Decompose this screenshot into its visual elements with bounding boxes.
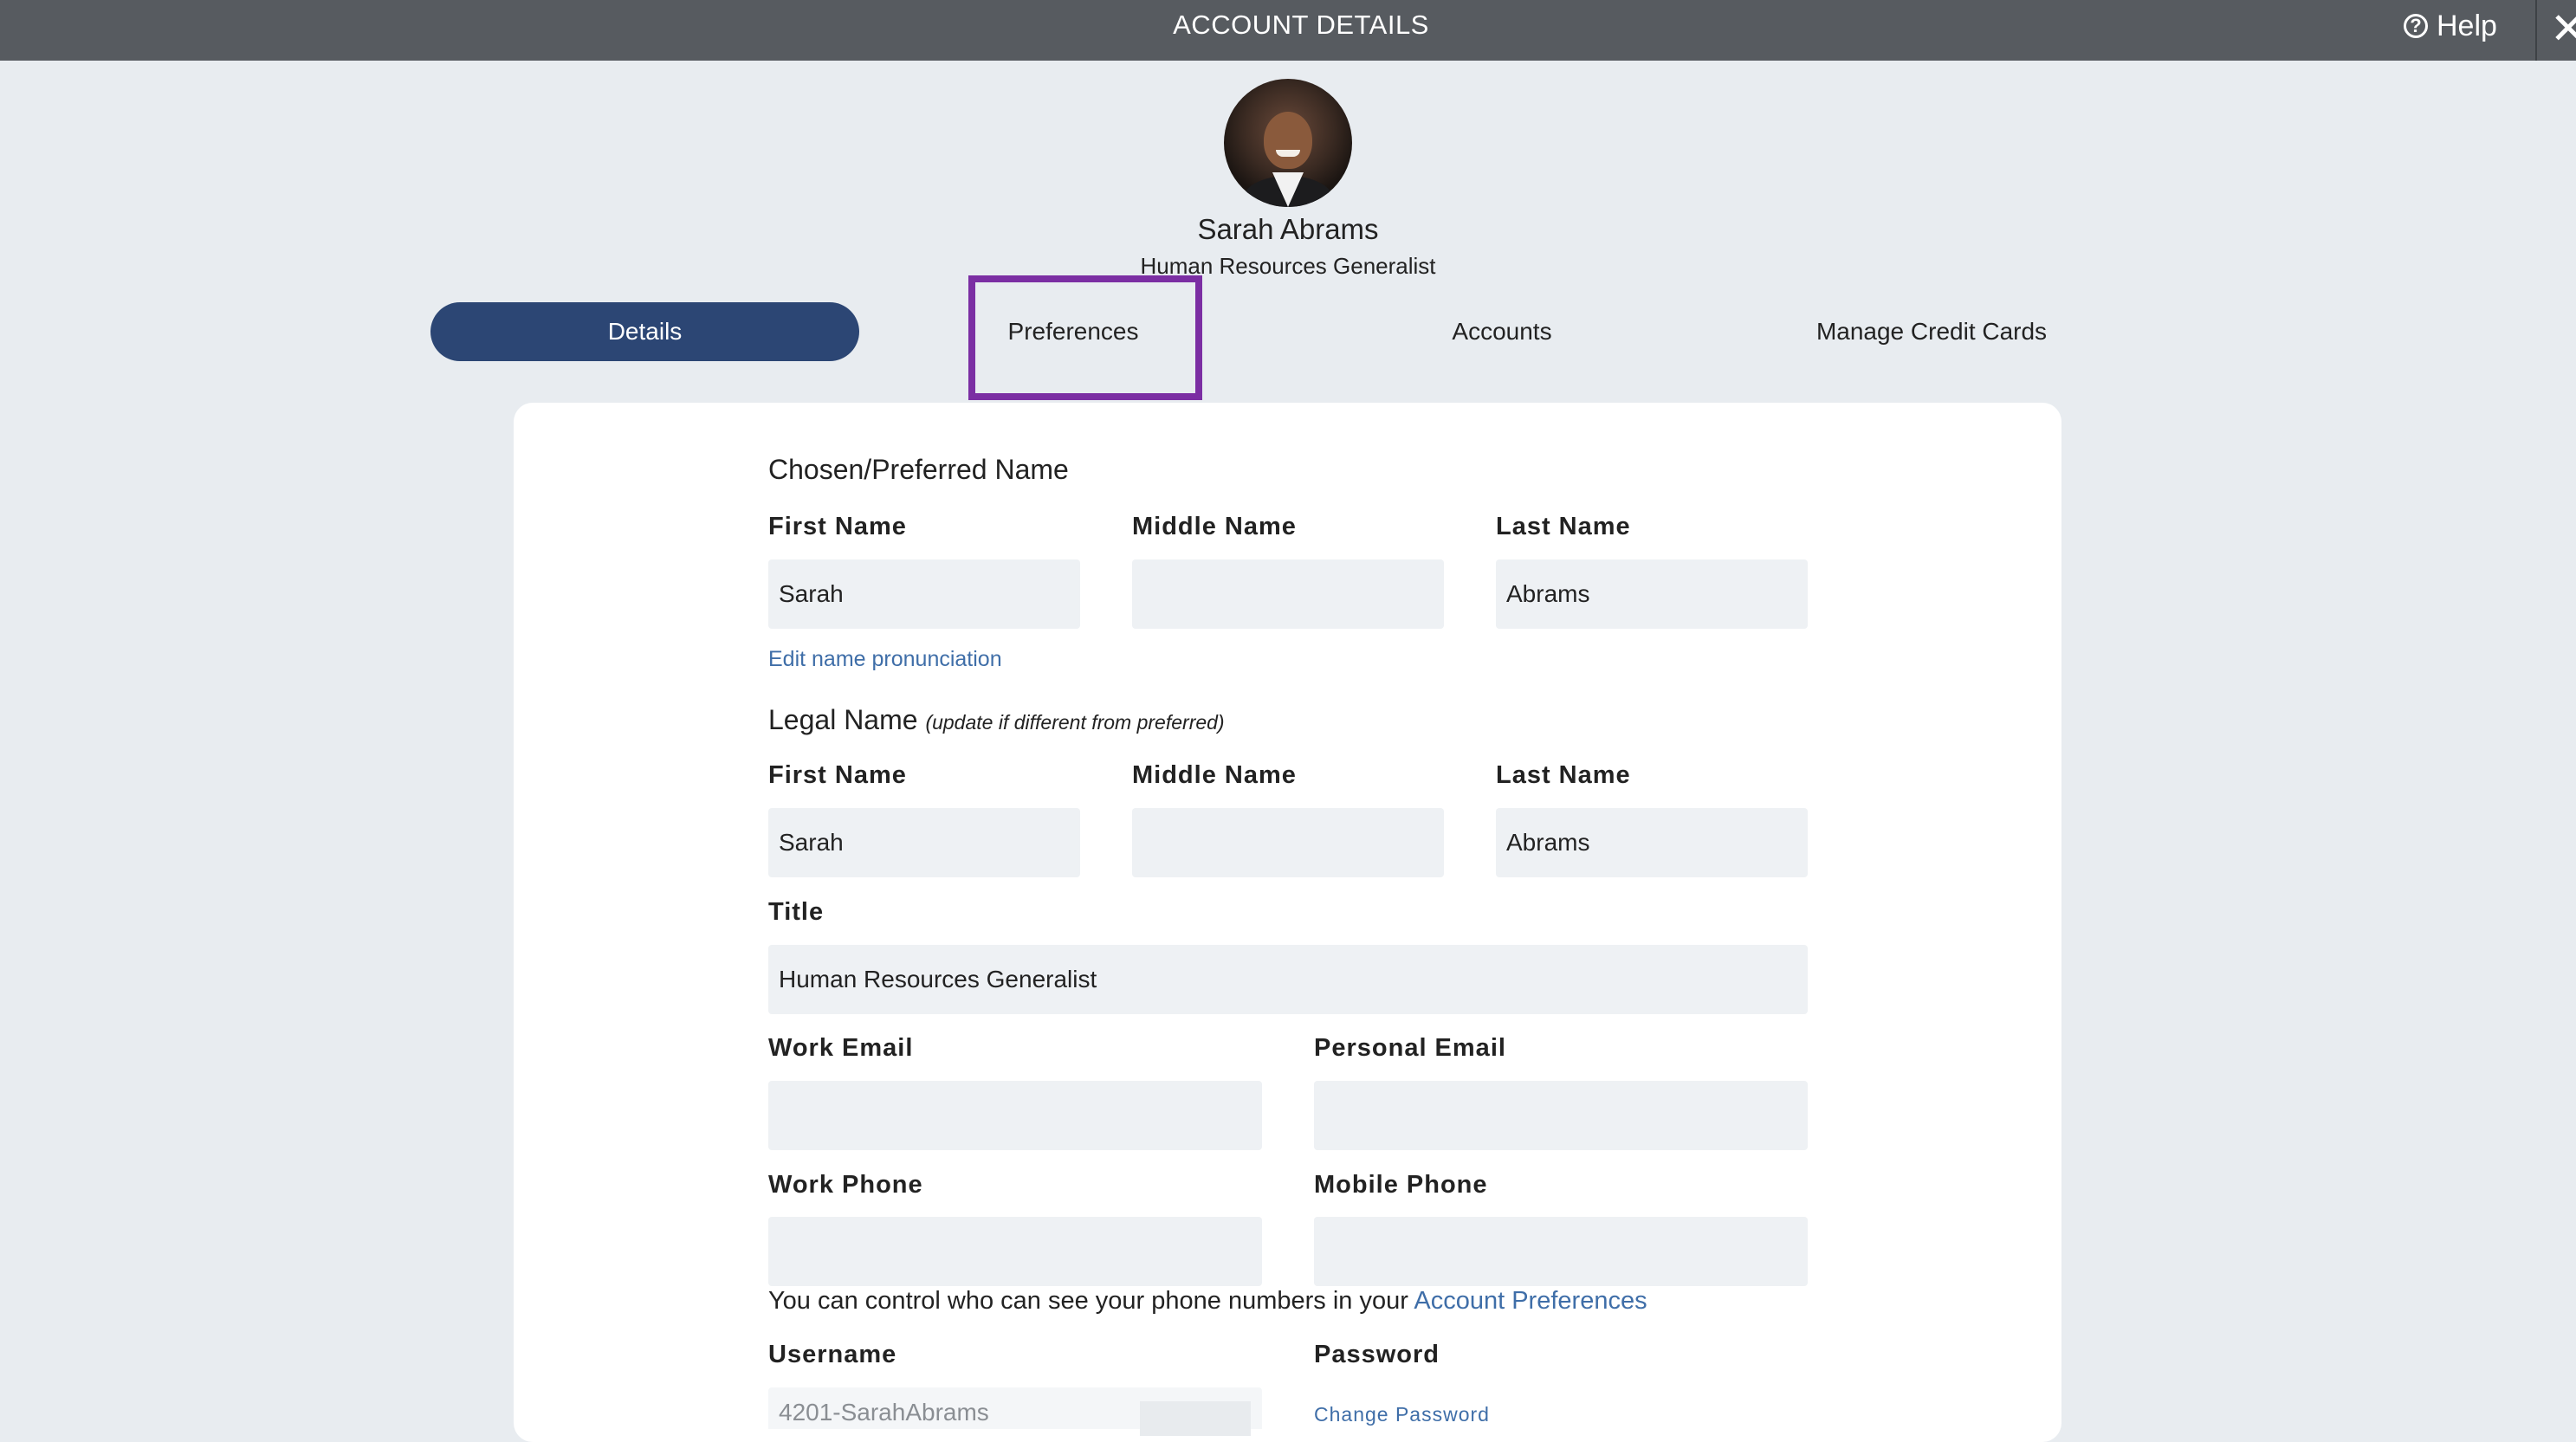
preferred-first-name-label: First Name: [768, 513, 907, 540]
profile-name: Sarah Abrams: [1197, 213, 1379, 245]
personal-email-label: Personal Email: [1314, 1034, 1506, 1062]
preferred-name-heading: Chosen/Preferred Name: [768, 454, 1069, 485]
work-email-label: Work Email: [768, 1034, 914, 1062]
preferred-middle-name-label: Middle Name: [1132, 513, 1297, 540]
preferred-middle-name-input[interactable]: [1132, 559, 1444, 629]
legal-last-name-input[interactable]: [1496, 808, 1808, 877]
preferred-last-name-label: Last Name: [1496, 513, 1631, 540]
legal-first-name-label: First Name: [768, 761, 907, 789]
mobile-phone-input[interactable]: [1314, 1217, 1808, 1286]
legal-name-hint: (update if different from preferred): [925, 711, 1225, 734]
avatar: [1224, 79, 1352, 207]
edit-name-pronunciation-link[interactable]: Edit name pronunciation: [768, 647, 1002, 672]
legal-middle-name-label: Middle Name: [1132, 761, 1297, 789]
preferred-first-name-input[interactable]: [768, 559, 1080, 629]
top-bar: ACCOUNT DETAILS ? Help ✕: [0, 0, 2576, 61]
title-label: Title: [768, 898, 825, 926]
preferred-last-name-input[interactable]: [1496, 559, 1808, 629]
personal-email-input[interactable]: [1314, 1081, 1808, 1150]
legal-name-heading-text: Legal Name: [768, 704, 918, 735]
title-input[interactable]: [768, 945, 1808, 1014]
legal-name-heading: Legal Name (update if different from pre…: [768, 704, 1225, 736]
username-label: Username: [768, 1341, 897, 1368]
legal-last-name-label: Last Name: [1496, 761, 1631, 789]
phone-visibility-note-text: You can control who can see your phone n…: [768, 1287, 1408, 1315]
topbar-divider: [2535, 0, 2537, 61]
close-icon[interactable]: ✕: [2550, 3, 2576, 54]
help-label: Help: [2437, 9, 2497, 42]
details-form-card: [514, 403, 2061, 1442]
tab-details[interactable]: Details: [430, 302, 859, 361]
question-circle-icon: ?: [2404, 14, 2428, 38]
tab-manage-credit-cards[interactable]: Manage Credit Cards: [1784, 302, 2079, 361]
tab-accounts[interactable]: Accounts: [1372, 302, 1632, 361]
username-addon: [1140, 1401, 1251, 1436]
change-password-link[interactable]: Change Password: [1314, 1403, 1490, 1426]
work-phone-input[interactable]: [768, 1217, 1262, 1286]
account-preferences-link[interactable]: Account Preferences: [1414, 1287, 1647, 1315]
profile-job-title: Human Resources Generalist: [1140, 253, 1436, 279]
work-email-input[interactable]: [768, 1081, 1262, 1150]
phone-visibility-note: You can control who can see your phone n…: [768, 1287, 1647, 1316]
password-label: Password: [1314, 1341, 1440, 1368]
help-button[interactable]: ? Help: [2404, 7, 2497, 45]
work-phone-label: Work Phone: [768, 1171, 923, 1199]
window-title: ACCOUNT DETAILS: [1173, 10, 1429, 40]
legal-first-name-input[interactable]: [768, 808, 1080, 877]
legal-middle-name-input[interactable]: [1132, 808, 1444, 877]
tab-preferences[interactable]: Preferences: [968, 302, 1178, 361]
mobile-phone-label: Mobile Phone: [1314, 1171, 1488, 1199]
